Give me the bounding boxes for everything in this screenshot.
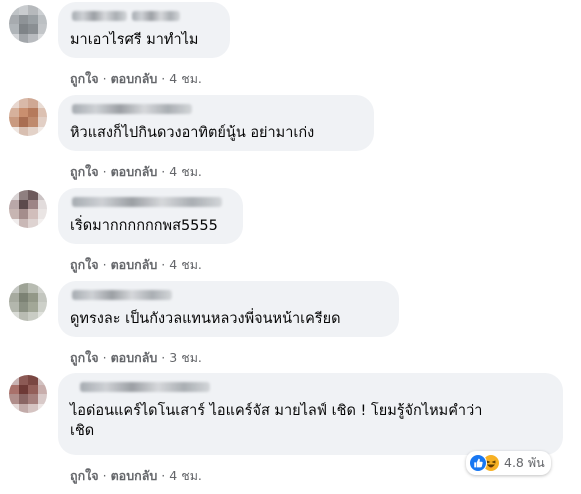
separator: ·: [161, 164, 166, 179]
comment-text: หิวแสงก็ไปกินดวงอาทิตย์นู้น อย่ามาเก่ง: [70, 125, 315, 141]
avatar[interactable]: [9, 190, 47, 228]
commenter-name[interactable]: [70, 288, 387, 302]
avatar[interactable]: [9, 283, 47, 321]
comment-bubble: ไอด่อนแคร์ไดโนเสาร์ ไอแคร์จัส มายไลฟ์ เช…: [58, 373, 563, 455]
reply-link[interactable]: ตอบกลับ: [111, 350, 158, 365]
like-link[interactable]: ถูกใจ: [70, 350, 99, 365]
like-link[interactable]: ถูกใจ: [70, 257, 99, 272]
reply-link[interactable]: ตอบกลับ: [111, 71, 158, 86]
separator: ·: [102, 350, 107, 365]
separator: ·: [102, 164, 107, 179]
separator: ·: [161, 257, 166, 272]
comment-bubble: มาเอาไรศรี มาทำไม: [58, 2, 230, 58]
commenter-name[interactable]: [70, 380, 551, 394]
like-link[interactable]: ถูกใจ: [70, 164, 99, 179]
separator: ·: [102, 468, 107, 483]
reply-link[interactable]: ตอบกลับ: [111, 468, 158, 483]
commenter-name[interactable]: [70, 195, 231, 209]
commenter-name[interactable]: [70, 102, 362, 116]
comment-bubble: เริ่ดมากกกกกกพส5555: [58, 188, 243, 244]
reactions-summary[interactable]: 4.8 พัน: [466, 451, 551, 475]
timestamp-link[interactable]: 4 ชม.: [169, 468, 202, 483]
timestamp-link[interactable]: 4 ชม.: [169, 257, 202, 272]
separator: ·: [161, 71, 166, 86]
comment-text-line: ไอด่อนแคร์ไดโนเสาร์ ไอแคร์จัส มายไลฟ์ เช…: [70, 403, 483, 419]
reaction-count: 4.8 พัน: [504, 455, 545, 470]
comment-text-line: เชิด: [70, 423, 95, 439]
comment-text: มาเอาไรศรี มาทำไม: [70, 32, 199, 48]
reply-link[interactable]: ตอบกลับ: [111, 257, 158, 272]
separator: ·: [161, 350, 166, 365]
avatar[interactable]: [9, 98, 47, 136]
like-link[interactable]: ถูกใจ: [70, 468, 99, 483]
comment-actions: ถูกใจ · ตอบกลับ · 4 ชม.: [70, 255, 202, 275]
avatar[interactable]: [9, 375, 47, 413]
comment-actions: ถูกใจ · ตอบกลับ · 4 ชม.: [70, 69, 202, 89]
reply-link[interactable]: ตอบกลับ: [111, 164, 158, 179]
timestamp-link[interactable]: 3 ชม.: [169, 350, 202, 365]
separator: ·: [102, 71, 107, 86]
like-link[interactable]: ถูกใจ: [70, 71, 99, 86]
timestamp-link[interactable]: 4 ชม.: [169, 164, 202, 179]
comment-actions: ถูกใจ · ตอบกลับ · 4 ชม.: [70, 466, 202, 486]
like-icon: [469, 454, 487, 472]
comment-bubble: หิวแสงก็ไปกินดวงอาทิตย์นู้น อย่ามาเก่ง: [58, 95, 374, 151]
comment-text: เริ่ดมากกกกกกพส5555: [70, 218, 218, 234]
comment-actions: ถูกใจ · ตอบกลับ · 4 ชม.: [70, 162, 202, 182]
commenter-name[interactable]: [70, 9, 218, 23]
comment-text: ดูทรงละ เป็นกังวลแทนหลวงพี่จนหน้าเครียด: [70, 311, 341, 327]
avatar[interactable]: [9, 5, 47, 43]
timestamp-link[interactable]: 4 ชม.: [169, 71, 202, 86]
separator: ·: [161, 468, 166, 483]
comment-actions: ถูกใจ · ตอบกลับ · 3 ชม.: [70, 348, 202, 368]
separator: ·: [102, 257, 107, 272]
comment-bubble: ดูทรงละ เป็นกังวลแทนหลวงพี่จนหน้าเครียด: [58, 281, 399, 337]
